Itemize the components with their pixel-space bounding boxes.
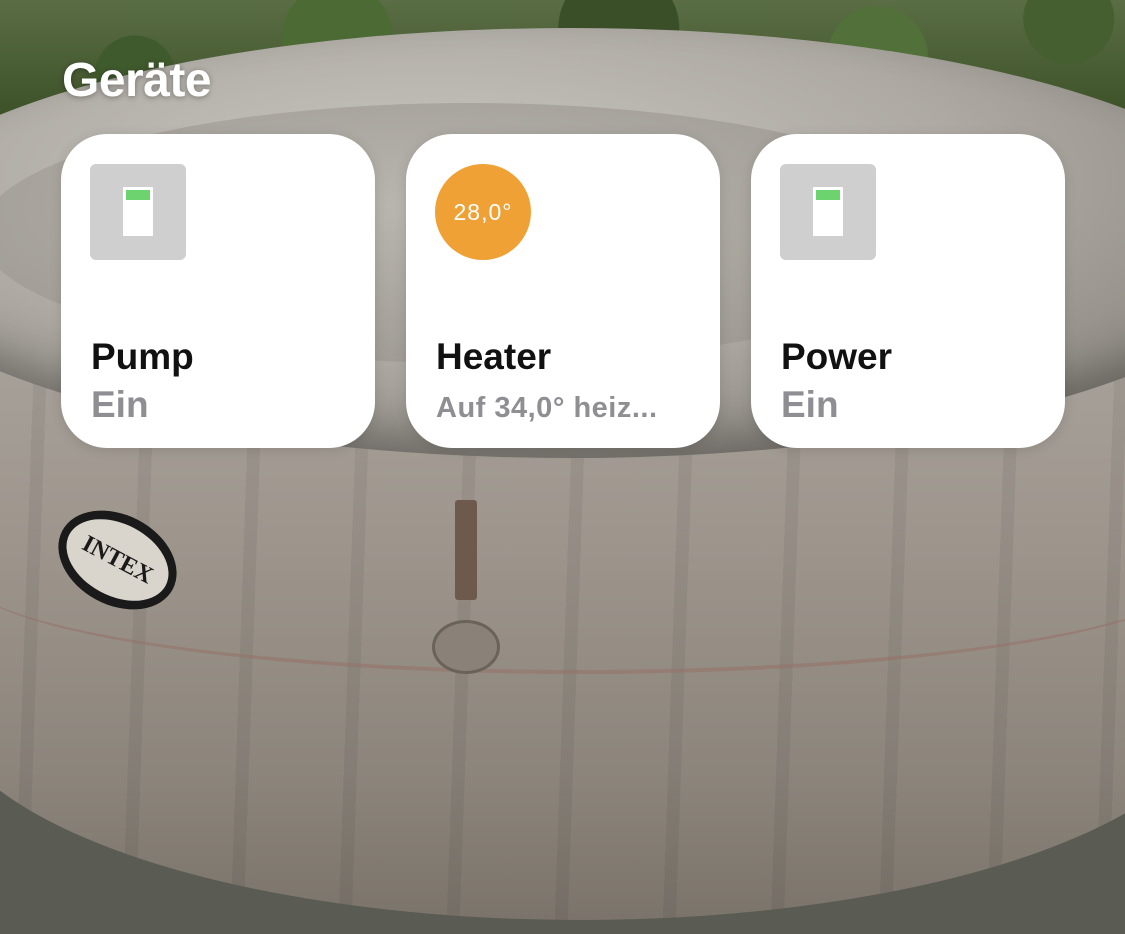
current-temperature: 28,0°: [453, 198, 513, 225]
device-tile-power[interactable]: Power Ein: [751, 134, 1065, 448]
device-status: Ein: [91, 384, 149, 425]
device-tile-pump[interactable]: Pump Ein: [61, 134, 375, 448]
device-name: Power: [781, 336, 893, 377]
section-title: Geräte: [62, 54, 212, 107]
switch-on-indicator: [816, 190, 840, 200]
switch-plate: [123, 187, 153, 236]
thermostat-icon: 28,0°: [435, 164, 531, 260]
switch-on-indicator: [126, 190, 150, 200]
switch-plate: [813, 187, 843, 236]
device-status: Ein: [781, 384, 839, 425]
device-name: Heater: [436, 336, 552, 377]
switch-icon: [780, 164, 876, 260]
cover-strap: [455, 500, 477, 600]
device-name: Pump: [91, 336, 194, 377]
cover-buckle: [432, 620, 500, 674]
device-tile-heater[interactable]: 28,0° Heater Auf 34,0° heiz...: [406, 134, 720, 448]
device-status: Auf 34,0° heiz...: [436, 392, 658, 424]
switch-icon: [90, 164, 186, 260]
